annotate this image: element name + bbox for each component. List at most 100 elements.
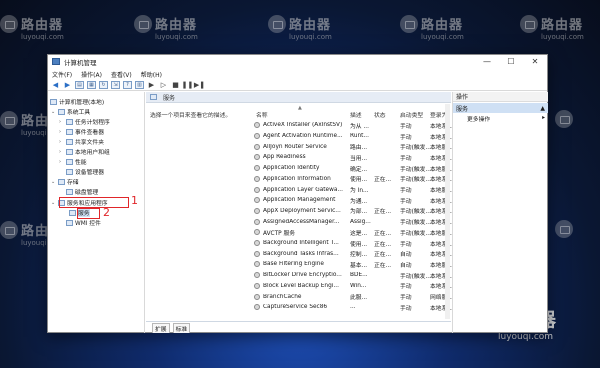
service-desc: 为通...: [350, 198, 368, 205]
service-name: Background Tasks Infras...: [263, 250, 339, 257]
restart-service-icon[interactable]: ▶❚: [194, 81, 205, 89]
tree-wmi[interactable]: WMI 控件: [66, 218, 101, 227]
more-actions-item[interactable]: 更多操作 ▸: [453, 113, 548, 123]
service-startup: 手动(触发...: [400, 220, 431, 227]
service-startup: 手动: [400, 188, 412, 195]
tab-standard[interactable]: 标准: [172, 322, 191, 333]
table-row[interactable]: Application Identity 确定... 手动(触发... 本地服...: [254, 163, 453, 174]
table-row[interactable]: ActiveX Installer (AxInstSV) 为从 ... 手动 本地系.…: [254, 120, 453, 131]
table-row[interactable]: Agent Activation Runtime... Runt... 手动 本地系.…: [254, 131, 453, 142]
service-startup: 手动(触发...: [400, 230, 431, 237]
show-hide-tree-icon[interactable]: ▤: [75, 81, 84, 89]
tree-system-tools[interactable]: ⌄ 系统工具: [51, 107, 90, 116]
actions-pane: 操作 服务 ▲ 更多操作 ▸: [452, 92, 548, 333]
chevron-down-icon[interactable]: ⌄: [51, 179, 57, 185]
gear-icon: [150, 94, 157, 100]
tree-root[interactable]: 计算机管理(本地): [50, 97, 104, 106]
tree-device-manager[interactable]: 设备管理器: [66, 167, 104, 176]
watermark: 路由器luyouqi.com: [268, 14, 332, 41]
service-name: Block Level Backup Engi...: [263, 282, 339, 289]
tree-local-users[interactable]: › 本地用户和组: [59, 147, 110, 156]
chevron-down-icon[interactable]: ⌄: [51, 109, 57, 115]
table-row[interactable]: App Readiness 当用... 手动 本地系...: [254, 152, 453, 163]
chevron-right-icon[interactable]: ›: [59, 119, 65, 125]
properties-icon[interactable]: ▦: [87, 81, 96, 89]
service-name: AllJoyn Router Service: [263, 143, 327, 150]
start-service-icon[interactable]: ▶: [147, 81, 156, 89]
window-title: 计算机管理: [64, 58, 97, 67]
table-row[interactable]: CaptureService Sec86... 手动 本地系...: [254, 302, 453, 313]
table-row[interactable]: Base Filtering Engine 基本... 正在... 自动 本地服...: [254, 259, 453, 270]
watermark-logo-icon: [0, 220, 18, 239]
chevron-right-icon[interactable]: ›: [59, 129, 65, 135]
column-description[interactable]: 描述: [350, 110, 362, 119]
action-pane-icon[interactable]: ▥: [135, 81, 144, 89]
menu-file[interactable]: 文件(F): [52, 70, 72, 79]
table-row[interactable]: AppX Deployment Servic... 为部... 正在... 手动(触发…: [254, 206, 453, 217]
table-row[interactable]: Background Intelligent T... 使用... 正在... 手动 本…: [254, 238, 453, 249]
watermark-site: luyouqi.com: [289, 33, 332, 41]
gear-icon: [254, 304, 260, 311]
service-login: 本地系...: [430, 123, 453, 130]
tree-device-manager-label: 设备管理器: [75, 170, 104, 176]
minimize-button[interactable]: —: [475, 55, 499, 68]
service-name: ActiveX Installer (AxInstSV): [263, 122, 343, 129]
collapse-up-icon[interactable]: ▲: [540, 105, 545, 112]
table-row[interactable]: Application Information 使用... 正在... 手动(触发..…: [254, 174, 453, 185]
users-icon: [66, 148, 73, 155]
table-row[interactable]: BitLocker Drive Encryptio... BDE... 手动(触发.…: [254, 270, 453, 281]
table-row[interactable]: AllJoyn Router Service 路由... 手动(触发... 本地服..…: [254, 141, 453, 152]
watermark: 路由器luyouqi.com: [400, 14, 464, 41]
tree-shared-folders[interactable]: › 共享文件夹: [59, 137, 104, 146]
chevron-down-icon[interactable]: ⌄: [51, 200, 57, 206]
table-row[interactable]: Application Layer Gatewa... 为 In... 手动 本地服.…: [254, 184, 453, 195]
table-row[interactable]: AVCTP 服务 这是... 正在... 手动(触发... 本地服...: [254, 227, 453, 238]
watermark-logo-icon: [555, 220, 573, 238]
gear-icon: [254, 122, 260, 129]
service-startup: 手动: [400, 241, 412, 248]
table-row[interactable]: Background Tasks Infras... 控制... 正在... 自动 本地…: [254, 248, 453, 259]
actions-section-services[interactable]: 服务 ▲: [453, 103, 548, 113]
export-list-icon[interactable]: ⇲: [111, 81, 120, 89]
title-bar[interactable]: 计算机管理 — ☐ ✕: [48, 55, 547, 68]
actions-title: 操作: [453, 92, 548, 102]
gear-icon: [254, 250, 260, 257]
table-row[interactable]: AssignedAccessManager... Assig... 手动(触发...…: [254, 216, 453, 227]
maximize-button[interactable]: ☐: [499, 55, 523, 68]
tree-storage[interactable]: ⌄ 存储: [51, 177, 79, 186]
gear-icon: [254, 207, 260, 214]
menu-help[interactable]: 帮助(H): [141, 70, 162, 79]
service-state: 正在...: [374, 209, 392, 216]
menu-view[interactable]: 查看(V): [111, 70, 132, 79]
column-status[interactable]: 状态: [374, 110, 386, 119]
forward-arrow-icon[interactable]: ▶: [63, 81, 72, 89]
back-arrow-icon[interactable]: ◀: [51, 81, 60, 89]
chevron-right-icon[interactable]: ›: [59, 149, 65, 155]
gear-icon: [254, 272, 260, 279]
tree-event-viewer[interactable]: › 事件查看器: [59, 127, 104, 136]
refresh-icon[interactable]: ↻: [99, 81, 108, 89]
service-startup: 手动(触发...: [400, 145, 431, 152]
computer-icon: [50, 98, 57, 105]
resume-service-icon[interactable]: ▷: [159, 81, 168, 89]
column-startup-type[interactable]: 启动类型: [400, 110, 423, 119]
column-name[interactable]: 名称: [256, 110, 268, 119]
table-row[interactable]: BranchCache 此服... 手动 网络服...: [254, 291, 453, 302]
tab-extended[interactable]: 扩展: [152, 322, 170, 333]
pause-service-icon[interactable]: ❚❚: [182, 81, 194, 89]
gear-icon: [254, 133, 260, 140]
tree-task-scheduler[interactable]: › 任务计划程序: [59, 117, 110, 126]
chevron-right-icon[interactable]: ›: [59, 159, 65, 165]
service-desc: 路由...: [350, 145, 368, 152]
help-icon[interactable]: ?: [123, 81, 132, 89]
tree-performance[interactable]: › 性能: [59, 157, 87, 166]
table-row[interactable]: Application Management 为通... 手动 本地系...: [254, 195, 453, 206]
vertical-scrollbar[interactable]: [445, 104, 450, 319]
table-row[interactable]: Block Level Backup Engi... Win... 手动 本地系...: [254, 281, 453, 292]
chevron-right-icon[interactable]: ›: [59, 139, 65, 145]
tree-disk-management[interactable]: 磁盘管理: [66, 187, 98, 196]
close-button[interactable]: ✕: [523, 55, 547, 68]
stop-service-icon[interactable]: ■: [171, 81, 180, 89]
gear-icon: [254, 197, 260, 204]
menu-action[interactable]: 操作(A): [81, 70, 102, 79]
